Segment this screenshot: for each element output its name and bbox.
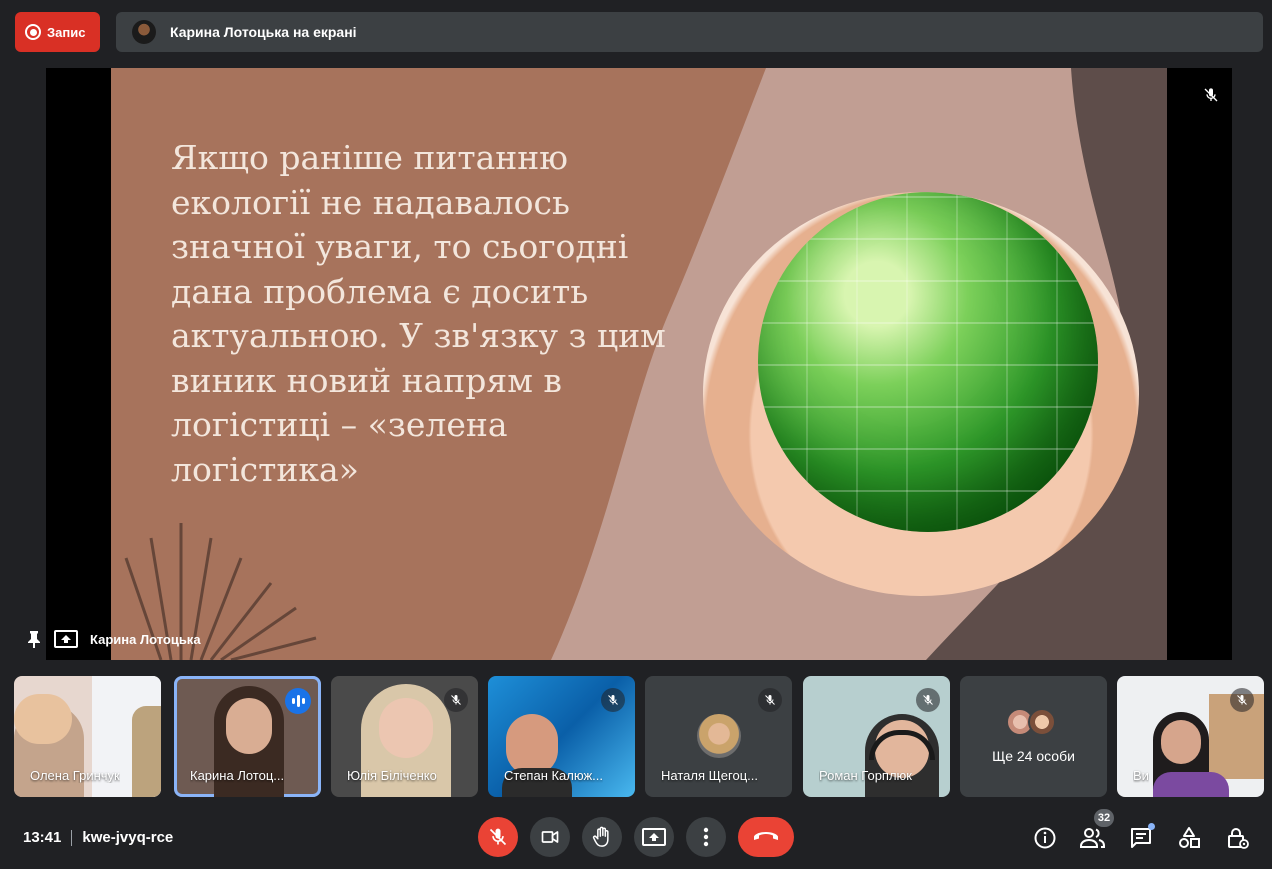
globe-in-hands-image	[703, 192, 1139, 596]
camera-icon	[541, 831, 559, 843]
mic-off-icon	[1198, 82, 1224, 108]
meeting-details-button[interactable]	[1030, 823, 1060, 853]
presenter-avatar	[132, 20, 156, 44]
people-button[interactable]	[1078, 823, 1108, 853]
slide-text: Якщо раніше питанню екології не надавало…	[171, 138, 666, 489]
clock: 13:41	[23, 829, 62, 846]
participant-name: Роман Горплюк	[819, 768, 912, 783]
mic-off-icon	[758, 688, 782, 712]
presentation-slide: Якщо раніше питанню екології не надавало…	[111, 68, 1167, 660]
participant-tile-self[interactable]: Ви	[1117, 676, 1264, 797]
recording-button[interactable]: Запис	[15, 12, 100, 52]
meeting-code: kwe-jvyq-rce	[82, 829, 174, 846]
speaking-indicator-icon	[285, 688, 311, 714]
host-controls-icon	[1228, 828, 1249, 849]
mic-off-icon	[444, 688, 468, 712]
participant-tile[interactable]: Олена Гринчук	[14, 676, 161, 797]
participant-name: Степан Калюж...	[504, 768, 604, 783]
more-options-button[interactable]	[686, 817, 726, 857]
more-participants-avatars	[1006, 708, 1056, 736]
presenting-label: Карина Лотоцька на екрані	[170, 24, 357, 40]
meeting-info: 13:41 kwe-jvyq-rce	[23, 829, 173, 846]
participant-name: Олена Гринчук	[30, 768, 120, 783]
divider	[71, 830, 73, 846]
mic-off-icon	[489, 828, 507, 846]
mic-off-icon	[601, 688, 625, 712]
more-vert-icon	[703, 827, 709, 847]
camera-toggle-button[interactable]	[530, 817, 570, 857]
raise-hand-icon	[592, 826, 609, 847]
activities-button[interactable]	[1174, 823, 1204, 853]
participant-tile[interactable]: Юлія Біліченко	[331, 676, 478, 797]
participant-name: Юлія Біліченко	[347, 768, 437, 783]
more-participants-tile[interactable]: Ще 24 особи	[960, 676, 1107, 797]
participant-tile[interactable]: Степан Калюж...	[488, 676, 635, 797]
leave-call-button[interactable]	[738, 817, 794, 857]
chat-unread-dot	[1148, 823, 1155, 830]
participant-tile[interactable]: Роман Горплюк	[803, 676, 950, 797]
mic-off-icon	[916, 688, 940, 712]
participant-count-badge: 32	[1094, 809, 1114, 827]
chat-button[interactable]	[1126, 823, 1156, 853]
participant-name: Ви	[1133, 768, 1149, 783]
participant-tile[interactable]: Карина Лотоц...	[174, 676, 321, 797]
stage-presenter-name: Карина Лотоцька	[90, 631, 201, 647]
bottom-control-bar: 13:41 kwe-jvyq-rce 32	[0, 805, 1272, 869]
participant-strip: Олена Гринчук Карина Лотоц... Юлія Біліч…	[14, 676, 1264, 797]
main-stage: Якщо раніше питанню екології не надавало…	[28, 68, 1232, 660]
participant-tile[interactable]: Наталя Щегоц...	[645, 676, 792, 797]
globe-icon	[758, 192, 1098, 532]
present-now-button[interactable]	[634, 817, 674, 857]
present-icon	[642, 828, 666, 846]
record-icon	[25, 24, 41, 40]
mic-toggle-button[interactable]	[478, 817, 518, 857]
present-icon	[54, 630, 78, 648]
avatar	[696, 714, 741, 758]
raise-hand-button[interactable]	[582, 817, 622, 857]
info-icon	[1034, 827, 1056, 849]
mic-off-icon	[1230, 688, 1254, 712]
activities-icon	[1179, 827, 1200, 848]
host-controls-button[interactable]	[1222, 823, 1252, 853]
people-icon	[1080, 828, 1105, 848]
recording-label: Запис	[47, 24, 86, 40]
call-end-icon	[754, 832, 778, 840]
stage-presenter-label: Карина Лотоцька	[26, 630, 201, 648]
pin-icon[interactable]	[26, 630, 42, 648]
participant-name: Наталя Щегоц...	[661, 768, 758, 783]
top-bar: Запис Карина Лотоцька на екрані	[0, 0, 1272, 64]
participant-name: Карина Лотоц...	[190, 768, 285, 783]
more-participants-label: Ще 24 особи	[992, 748, 1075, 764]
presenting-banner: Карина Лотоцька на екрані	[116, 12, 1263, 52]
